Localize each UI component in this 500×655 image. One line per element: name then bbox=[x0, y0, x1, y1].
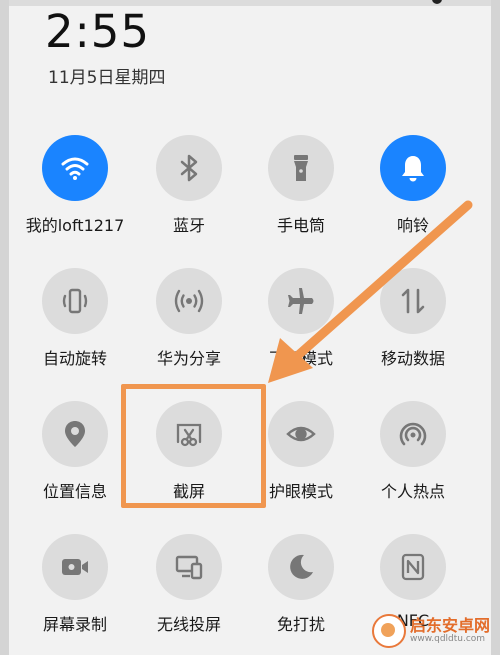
toggle-airplane[interactable]: 飞行模式 bbox=[246, 268, 356, 388]
huawei-share-icon[interactable] bbox=[156, 268, 222, 334]
wireless-projection-icon[interactable] bbox=[156, 534, 222, 600]
toggle-label: 蓝牙 bbox=[172, 216, 205, 235]
toggle-mobile-data[interactable]: 移动数据 bbox=[358, 268, 468, 388]
location-icon[interactable] bbox=[42, 401, 108, 467]
toggle-location[interactable]: 位置信息 bbox=[20, 401, 130, 521]
auto-rotate-icon[interactable] bbox=[42, 268, 108, 334]
toggle-wifi[interactable]: 我的loft1217 bbox=[20, 135, 130, 255]
toggle-flashlight[interactable]: 手电筒 bbox=[246, 135, 356, 255]
watermark-name: 启东安卓网 bbox=[410, 615, 491, 635]
wifi-icon[interactable] bbox=[42, 135, 108, 201]
watermark-logo-icon bbox=[372, 614, 406, 648]
toggle-hotspot[interactable]: 个人热点 bbox=[358, 401, 468, 521]
screenshot-highlight-box bbox=[121, 384, 266, 508]
right-edge bbox=[491, 0, 500, 655]
toggle-label: 屏幕录制 bbox=[42, 615, 107, 634]
hotspot-icon[interactable] bbox=[380, 401, 446, 467]
toggle-bell[interactable]: 响铃 bbox=[358, 135, 468, 255]
toggle-label: 我的loft1217 bbox=[25, 216, 125, 235]
left-edge bbox=[0, 0, 9, 655]
toggle-label: 个人热点 bbox=[380, 482, 445, 501]
toggle-label: 自动旋转 bbox=[42, 349, 107, 368]
toggle-label: 华为分享 bbox=[156, 349, 221, 368]
clock-time: 2:55 bbox=[45, 5, 151, 58]
eye-comfort-icon[interactable] bbox=[268, 401, 334, 467]
mobile-data-icon[interactable] bbox=[380, 268, 446, 334]
flashlight-icon[interactable] bbox=[268, 135, 334, 201]
nfc-icon[interactable] bbox=[380, 534, 446, 600]
airplane-icon[interactable] bbox=[268, 268, 334, 334]
toggle-label: 无线投屏 bbox=[156, 615, 221, 634]
toggle-wireless-projection[interactable]: 无线投屏 bbox=[134, 534, 244, 654]
bell-icon[interactable] bbox=[380, 135, 446, 201]
toggle-label: 飞行模式 bbox=[268, 349, 333, 368]
toggle-huawei-share[interactable]: 华为分享 bbox=[134, 268, 244, 388]
do-not-disturb-icon[interactable] bbox=[268, 534, 334, 600]
quick-settings-panel: 2:55 11月5日星期四 我的loft1217 蓝牙 手电筒 响铃自动旋转 华为分享 飞… bbox=[0, 0, 500, 655]
watermark-url: www.qdldtu.com bbox=[410, 633, 486, 644]
toggle-auto-rotate[interactable]: 自动旋转 bbox=[20, 268, 130, 388]
bluetooth-icon[interactable] bbox=[156, 135, 222, 201]
toggle-do-not-disturb[interactable]: 免打扰 bbox=[246, 534, 356, 654]
clock-date: 11月5日星期四 bbox=[48, 68, 166, 88]
toggle-label: 响铃 bbox=[396, 216, 429, 235]
toggle-bluetooth[interactable]: 蓝牙 bbox=[134, 135, 244, 255]
toggle-label: 移动数据 bbox=[380, 349, 445, 368]
screen-record-icon[interactable] bbox=[42, 534, 108, 600]
toggle-label: 免打扰 bbox=[276, 615, 325, 634]
watermark: 启东安卓网 www.qdldtu.com bbox=[372, 611, 496, 651]
toggle-screen-record[interactable]: 屏幕录制 bbox=[20, 534, 130, 654]
toggle-label: 手电筒 bbox=[276, 216, 325, 235]
